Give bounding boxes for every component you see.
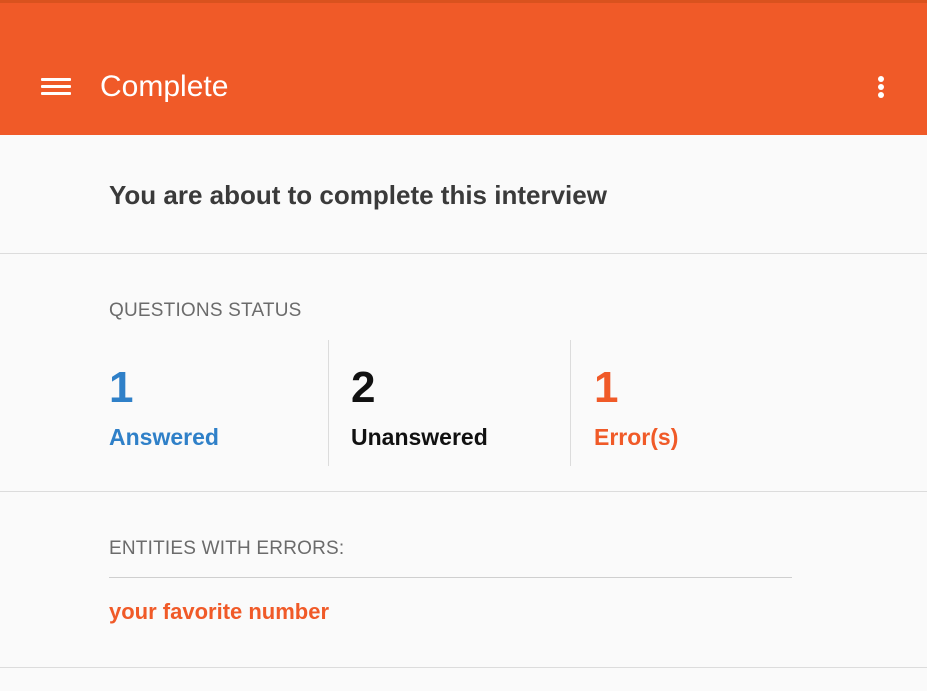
entities-divider <box>109 577 792 578</box>
menu-bar-top <box>41 78 71 81</box>
errors-count: 1 <box>594 363 619 412</box>
section-divider <box>0 491 927 492</box>
menu-bar-middle <box>41 85 71 88</box>
stat-separator <box>328 340 329 466</box>
questions-status-label: QUESTIONS STATUS <box>109 300 302 321</box>
section-divider <box>0 253 927 254</box>
page-heading: You are about to complete this interview <box>109 180 607 210</box>
unanswered-count: 2 <box>351 363 376 412</box>
complete-screen: Complete You are about to complete this … <box>0 0 927 691</box>
unanswered-label: Unanswered <box>351 424 488 450</box>
overflow-dot <box>878 92 884 98</box>
overflow-dot <box>878 76 884 82</box>
answered-count: 1 <box>109 363 134 412</box>
stat-separator <box>570 340 571 466</box>
toolbar-title: Complete <box>100 70 229 103</box>
error-entity-link[interactable]: your favorite number <box>109 598 329 626</box>
more-vertical-icon[interactable] <box>858 63 904 111</box>
overflow-dot <box>878 84 884 90</box>
errors-label: Error(s) <box>594 424 679 450</box>
hamburger-menu-icon[interactable] <box>30 61 82 113</box>
answered-label: Answered <box>109 424 219 450</box>
section-divider <box>0 667 927 668</box>
entities-with-errors-label: ENTITIES WITH ERRORS: <box>109 538 345 559</box>
toolbar: Complete <box>0 3 927 135</box>
menu-bar-bottom <box>41 92 71 95</box>
